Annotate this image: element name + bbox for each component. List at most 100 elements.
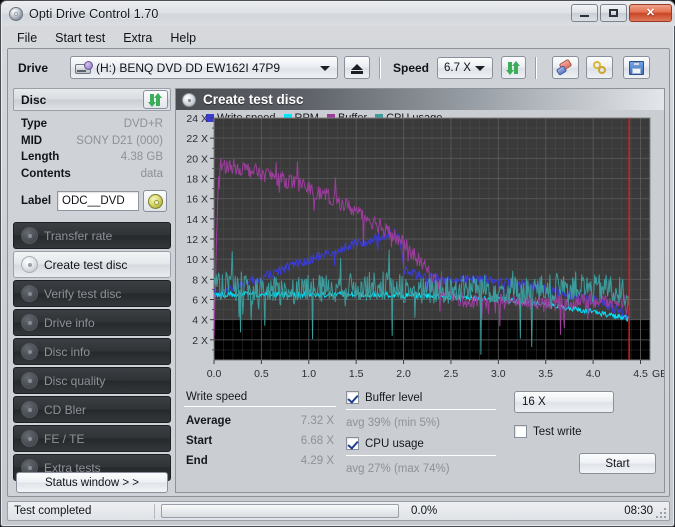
x-axis-tick-label: 2.5: [444, 368, 459, 380]
divider: [154, 503, 155, 519]
sidebar-item-label: Verify test disc: [44, 286, 122, 301]
application-window: Opti Drive Control 1.70 ✕ File Start tes…: [0, 0, 675, 527]
menu-bar: File Start test Extra Help: [7, 28, 670, 47]
menu-item-start-test[interactable]: Start test: [46, 30, 114, 46]
y-axis-tick-label: 22 X: [186, 133, 208, 145]
sidebar-item-drive-info[interactable]: Drive info: [13, 309, 171, 336]
menu-item-help[interactable]: Help: [161, 30, 205, 46]
toolbar-divider-2: [535, 56, 537, 79]
end-value: 4.29 X: [300, 455, 334, 467]
y-axis-tick-label: 18 X: [186, 174, 208, 186]
divider: [346, 409, 496, 410]
floppy-disk-icon: [629, 60, 645, 75]
cpu-usage-value: avg 27% (max 74%): [346, 463, 450, 475]
maximize-button[interactable]: [600, 4, 627, 22]
stat-row-average: Average 7.32 X: [184, 415, 336, 427]
eraser-icon: [555, 58, 574, 76]
cd-label-button[interactable]: [143, 190, 167, 212]
sidebar-item-label: Transfer rate: [44, 228, 113, 243]
eject-icon: [351, 63, 363, 70]
disc-info-row-length: Length 4.38 GB: [13, 151, 171, 168]
x-axis-tick-label: 1.0: [301, 368, 316, 380]
x-axis-tick-label: 3.5: [538, 368, 553, 380]
eject-button[interactable]: [344, 56, 370, 79]
average-value: 7.32 X: [300, 415, 334, 427]
toolbar-divider-1: [379, 56, 380, 79]
sidebar-item-transfer-rate[interactable]: Transfer rate: [13, 222, 171, 249]
y-axis-tick-label: 2 X: [192, 335, 208, 347]
sidebar-item-fe-te[interactable]: FE / TE: [13, 425, 171, 452]
buffer-level-checkbox[interactable]: [346, 391, 359, 404]
chevron-down-icon: [320, 65, 330, 71]
buffer-level-label: Buffer level: [365, 391, 423, 404]
refresh-icon: [506, 60, 521, 75]
y-axis-tick-label: 14 X: [186, 214, 208, 226]
sidebar-item-cd-bler[interactable]: CD Bler: [13, 396, 171, 423]
menu-item-extra[interactable]: Extra: [114, 30, 161, 46]
save-button[interactable]: [623, 56, 651, 79]
panel-header: Create test disc: [176, 89, 664, 110]
progress-percent: 0.0%: [411, 505, 438, 517]
y-axis-tick-label: 10 X: [186, 254, 208, 266]
refresh-icon: [148, 92, 163, 107]
sidebar-item-create-test-disc[interactable]: Create test disc: [13, 251, 171, 278]
cpu-usage-checkbox[interactable]: [346, 437, 359, 450]
x-axis-tick-label: 3.0: [491, 368, 506, 380]
sidebar-item-label: Create test disc: [44, 257, 128, 272]
close-button[interactable]: ✕: [629, 4, 672, 22]
disc-section-header: Disc: [13, 88, 171, 111]
x-axis-tick-label: 4.5: [633, 368, 648, 380]
status-message: Test completed: [14, 505, 92, 517]
cd-icon: [147, 193, 163, 209]
start-button[interactable]: Start: [579, 453, 656, 474]
left-column: Disc Type DVD+R MID SONY D21 (000) Lengt…: [13, 88, 171, 493]
sidebar-item-verify-test-disc[interactable]: Verify test disc: [13, 280, 171, 307]
buffer-level-checkbox-row[interactable]: Buffer level: [346, 391, 496, 404]
erase-button[interactable]: [552, 56, 580, 79]
write-speed-stats: Write speed Average 7.32 X Start 6.68 X …: [184, 391, 336, 467]
refresh-button[interactable]: [501, 56, 527, 79]
cpu-usage-label: CPU usage: [365, 437, 424, 450]
status-bar: Test completed 0.0% 08:30: [7, 501, 670, 521]
write-speed-header: Write speed: [186, 391, 248, 403]
disc-icon: [21, 285, 38, 302]
maximize-icon: [609, 9, 618, 17]
disc-icon: [21, 343, 38, 360]
sidebar-nav: Transfer rate Create test disc Verify te…: [13, 222, 171, 481]
window-frame: Opti Drive Control 1.70 ✕ File Start tes…: [0, 0, 675, 527]
disc-refresh-button[interactable]: [143, 90, 168, 109]
disc-type-key: Type: [21, 118, 47, 130]
test-write-checkbox-row[interactable]: Test write: [514, 425, 656, 438]
disc-label-input[interactable]: ODC__DVD: [57, 191, 139, 211]
minimize-button[interactable]: [571, 4, 598, 22]
start-key: Start: [186, 435, 213, 447]
cpu-usage-checkbox-row[interactable]: CPU usage: [346, 437, 496, 450]
test-write-checkbox[interactable]: [514, 425, 527, 438]
test-controls: 16 X Test write Start: [514, 391, 656, 474]
y-axis-tick-label: 12 X: [186, 234, 208, 246]
chart-area: 2 X 4 X 6 X 8 X 10 X 12 X 14 X 16 X 18 X 20 X 22 X…: [176, 110, 664, 385]
sidebar-item-disc-info[interactable]: Disc info: [13, 338, 171, 365]
test-write-label: Test write: [533, 425, 582, 438]
sidebar-item-disc-quality[interactable]: Disc quality: [13, 367, 171, 394]
window-controls: ✕: [571, 4, 672, 22]
disc-mid-value: SONY D21 (000): [76, 134, 163, 147]
disc-info-row-contents: Contents data: [13, 168, 171, 185]
stats-area: Write speed Average 7.32 X Start 6.68 X …: [176, 385, 664, 492]
test-speed-value: 16 X: [522, 396, 546, 408]
resize-grip[interactable]: [655, 507, 666, 518]
drive-toolbar: Drive (H:) BENQ DVD DD EW162I 47P9 Speed…: [8, 49, 669, 86]
minimize-icon: [580, 14, 589, 17]
test-speed-select[interactable]: 16 X: [514, 391, 614, 413]
status-window-button[interactable]: Status window > >: [16, 472, 168, 493]
x-axis-tick-label: 4.0: [586, 368, 601, 380]
speed-select[interactable]: 6.7 X: [437, 56, 494, 79]
sidebar-item-label: Disc quality: [44, 373, 106, 388]
disc-info: Type DVD+R MID SONY D21 (000) Length 4.3…: [13, 114, 171, 216]
x-axis-tick-label: 1.5: [349, 368, 364, 380]
menu-item-file[interactable]: File: [7, 30, 46, 46]
disc-icon: [182, 92, 196, 107]
disc-type-value: DVD+R: [123, 118, 163, 130]
drive-select[interactable]: (H:) BENQ DVD DD EW162I 47P9: [70, 56, 338, 79]
tools-button[interactable]: [586, 56, 614, 79]
